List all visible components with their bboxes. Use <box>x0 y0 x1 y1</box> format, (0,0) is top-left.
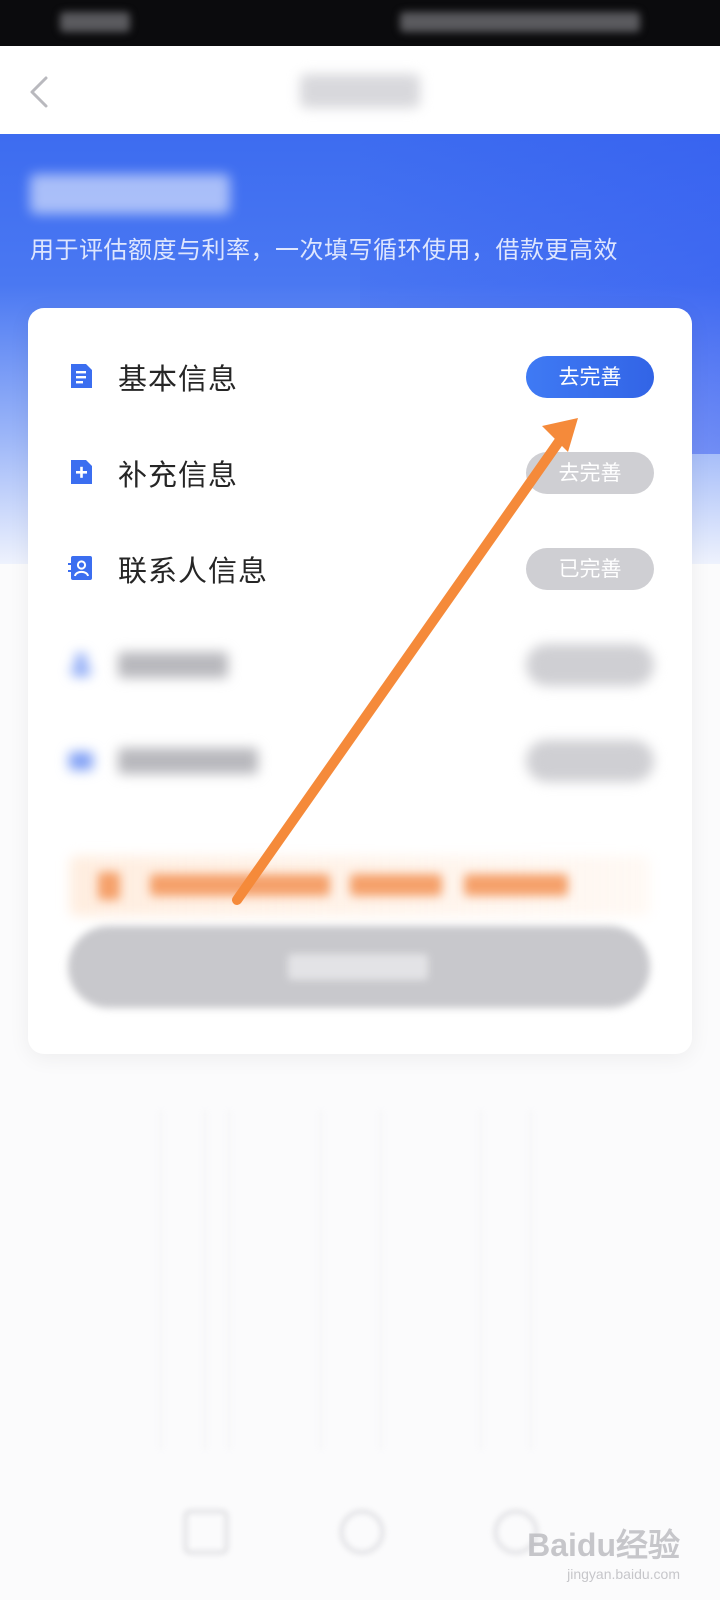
person-icon <box>68 650 94 678</box>
list-item-contact-info[interactable]: 联系人信息 已完善 <box>28 528 692 608</box>
info-card: 基本信息 去完善 补充信息 去完善 联系人信息 已完善 <box>28 308 692 1054</box>
item-label-blurred <box>118 748 258 774</box>
list-item-blurred-2 <box>28 720 692 800</box>
watermark-brand: Baidu经验 <box>527 1527 680 1563</box>
navigation-bar <box>0 46 720 134</box>
page-title-blurred <box>300 74 420 108</box>
watermark-url: jingyan.baidu.com <box>567 1566 680 1582</box>
notice-text-blurred <box>350 874 442 896</box>
list-item-supplementary-info[interactable]: 补充信息 去完善 <box>28 432 692 512</box>
item-label-blurred <box>118 652 228 678</box>
card-icon <box>68 746 94 774</box>
warning-icon <box>98 872 120 900</box>
completed-badge: 已完善 <box>526 548 654 590</box>
item-label: 补充信息 <box>118 458 239 492</box>
item-label: 联系人信息 <box>118 554 269 588</box>
list-item-blurred-1 <box>28 624 692 704</box>
list-item-basic-info[interactable]: 基本信息 去完善 <box>28 336 692 416</box>
watermark: Baidu经验 jingyan.baidu.com <box>527 1520 680 1582</box>
item-label: 基本信息 <box>118 362 239 396</box>
button-blurred <box>526 740 654 782</box>
notice-text-blurred <box>150 874 330 896</box>
document-icon <box>68 362 94 390</box>
background-stripes <box>160 1110 560 1450</box>
plus-document-icon <box>68 458 94 486</box>
status-bar <box>0 0 720 46</box>
complete-button[interactable]: 去完善 <box>526 356 654 398</box>
submit-button-blurred[interactable] <box>68 926 650 1008</box>
contact-card-icon <box>68 554 94 582</box>
hero-subtitle: 用于评估额度与利率，一次填写循环使用，借款更高效 <box>30 236 618 264</box>
back-nav-icon[interactable] <box>184 1510 228 1554</box>
chevron-left-icon <box>30 76 48 108</box>
home-nav-icon[interactable] <box>340 1510 384 1554</box>
status-icons-blurred <box>400 12 640 32</box>
complete-button[interactable]: 去完善 <box>526 452 654 494</box>
button-blurred <box>526 644 654 686</box>
hero-title-blurred <box>30 174 230 214</box>
back-button[interactable] <box>20 72 60 112</box>
status-time-blurred <box>60 12 130 32</box>
notice-text-blurred <box>464 874 568 896</box>
